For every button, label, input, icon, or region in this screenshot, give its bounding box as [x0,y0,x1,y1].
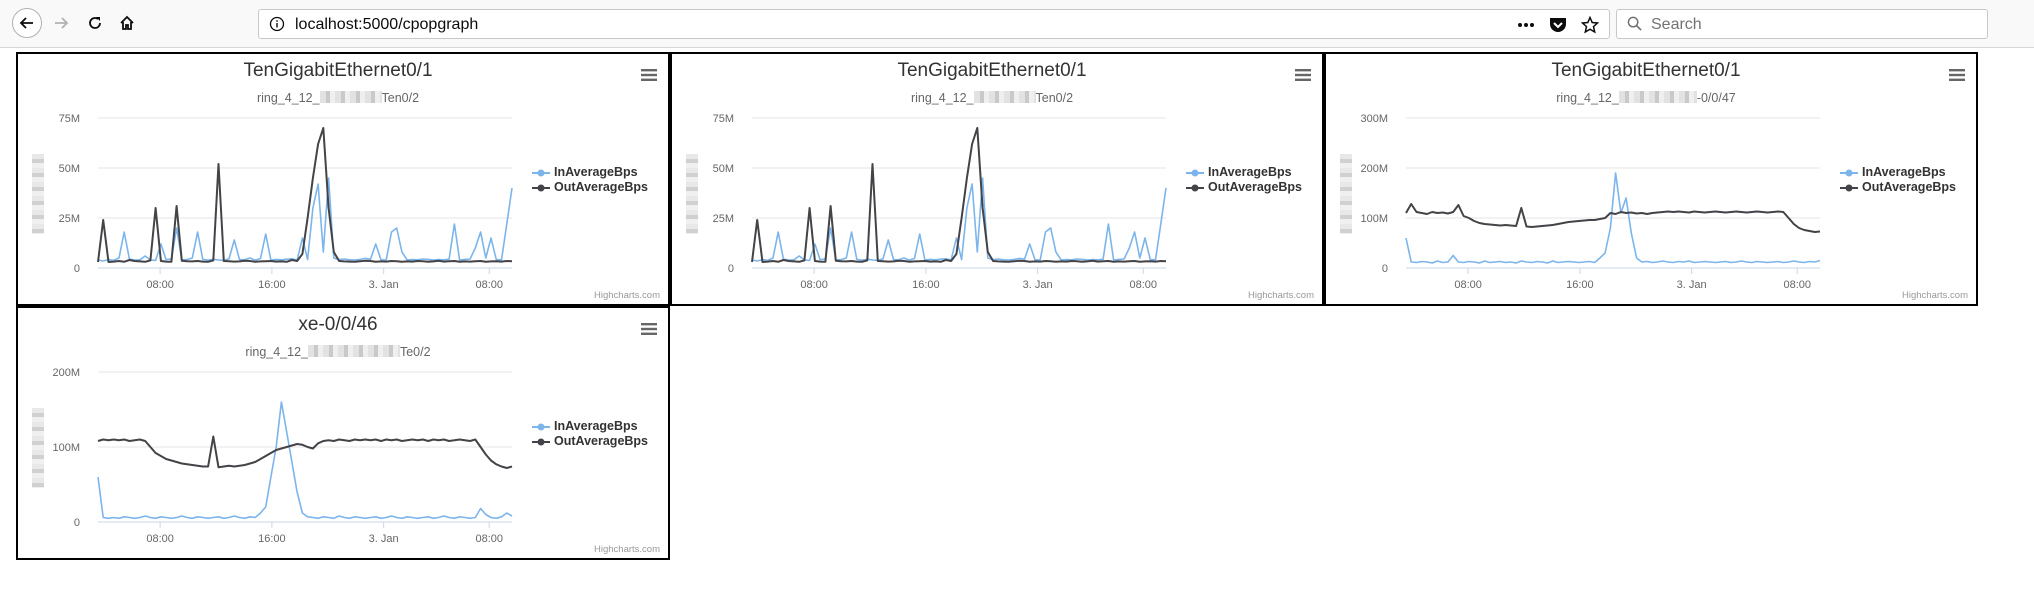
x-tick-label: 08:00 [475,279,503,291]
y-tick-label: 0 [74,517,80,529]
y-tick-label: 300M [1360,113,1388,125]
x-tick-label: 08:00 [800,279,828,291]
url-text[interactable]: localhost:5000/cpopgraph [295,16,478,34]
x-tick-label: 08:00 [1454,279,1482,291]
y-tick-label: 200M [1360,163,1388,175]
chart-plot: 0 100M 200M 300M 08:00 16:00 3. Jan 08:00 [1360,113,1821,291]
x-tick-label: 08:00 [146,533,174,545]
search-icon [1627,16,1642,36]
y-tick-label: 0 [74,263,80,275]
chart-plot: 0 25M 50M 75M 08:00 16:00 3. Jan 08:00 [713,113,1167,291]
bookmark-star-icon[interactable] [1579,14,1601,36]
reload-button[interactable] [80,8,110,38]
x-tick-label: 08:00 [475,533,503,545]
x-tick-label: 16:00 [258,533,286,545]
y-tick-label: 50M [59,163,80,175]
search-input[interactable] [1649,13,1973,37]
address-bar[interactable]: localhost:5000/cpopgraph [258,9,1610,39]
x-tick-label: 16:00 [1566,279,1594,291]
home-button[interactable] [112,8,142,38]
chart-plot: 0 100M 200M 08:00 16:00 3. Jan 08:00 [52,367,513,545]
x-tick-label: 08:00 [1129,279,1157,291]
series-line-OutAverageBps [751,127,1167,263]
pocket-icon[interactable] [1547,14,1569,36]
chart-panel: TenGigabitEthernet0/1 ring_4_12_ Ten0/2 InA… [16,52,670,306]
x-tick-label: 3. Jan [1677,279,1707,291]
y-tick-label: 0 [728,263,734,275]
page-actions-icon[interactable] [1515,14,1537,36]
back-arrow-icon [19,17,33,29]
y-tick-label: 25M [59,213,80,225]
reload-icon [89,17,101,29]
forward-button[interactable] [46,8,76,38]
y-tick-label: 75M [713,113,734,125]
y-tick-label: 75M [59,113,80,125]
chart-plot: 0 25M 50M 75M 08:00 16:00 3. Jan 08:00 [59,113,513,291]
x-tick-label: 3. Jan [369,533,399,545]
back-button[interactable] [12,8,42,38]
x-tick-label: 08:00 [146,279,174,291]
x-tick-label: 3. Jan [369,279,399,291]
x-tick-label: 3. Jan [1023,279,1053,291]
x-tick-label: 16:00 [912,279,940,291]
chart-panel: TenGigabitEthernet0/1 ring_4_12_ -0/0/47 In… [1324,52,1978,306]
chart-panel: xe-0/0/46 ring_4_12_ Te0/2 InAverageBps OutA… [16,306,670,560]
series-line-OutAverageBps [97,127,513,263]
series-line-InAverageBps [97,401,513,520]
home-icon [120,15,134,30]
y-tick-label: 200M [52,367,80,379]
site-info-icon[interactable] [269,16,285,37]
series-line-OutAverageBps [97,435,513,469]
x-tick-label: 16:00 [258,279,286,291]
y-tick-label: 100M [52,442,80,454]
search-bar[interactable] [1616,9,1988,39]
x-tick-label: 08:00 [1783,279,1811,291]
chart-panel: TenGigabitEthernet0/1 ring_4_12_ Ten0/2 InA… [670,52,1324,306]
y-tick-label: 50M [713,163,734,175]
y-tick-label: 0 [1382,263,1388,275]
forward-arrow-icon [55,17,69,29]
y-tick-label: 100M [1360,213,1388,225]
browser-toolbar: localhost:5000/cpopgraph [0,0,2034,48]
y-tick-label: 25M [713,213,734,225]
url-actions [1515,14,1601,36]
